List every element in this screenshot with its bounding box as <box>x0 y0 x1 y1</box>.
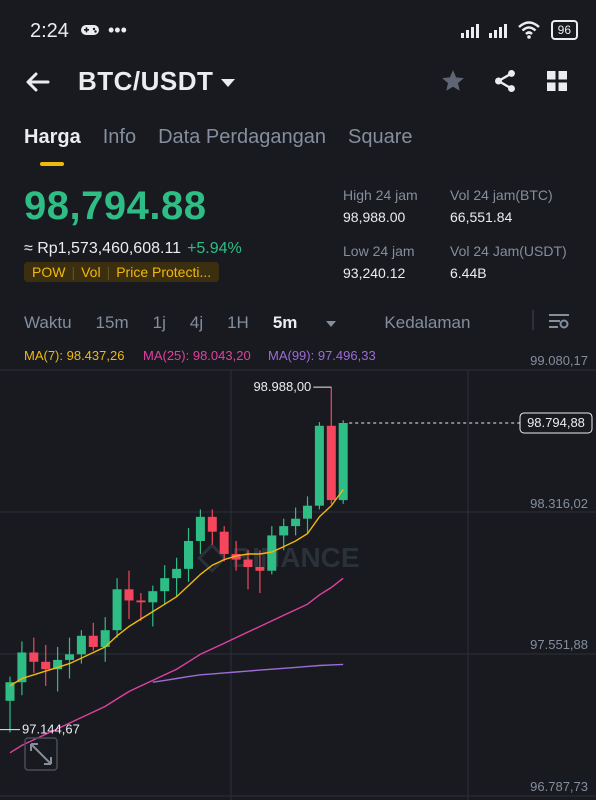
interval-selected-label: 5m <box>272 313 298 332</box>
tab-square[interactable]: Square <box>348 126 413 149</box>
grid-icon <box>547 71 567 91</box>
favorite-button[interactable] <box>440 68 466 99</box>
candle-body <box>219 531 229 555</box>
last-price: 98,794.88 <box>24 184 207 228</box>
candle-body <box>303 505 312 519</box>
tab-harga[interactable]: Harga <box>24 126 81 166</box>
battery-icon: 96 <box>550 20 578 40</box>
status-time: 2:24 <box>30 20 69 42</box>
tag-price-protection[interactable]: Price Protecti... <box>116 264 211 280</box>
signal-icon-2 <box>488 22 507 38</box>
watermark-text: BINANCE <box>232 542 360 573</box>
expand-icon <box>30 743 52 765</box>
share-button[interactable] <box>492 68 518 99</box>
tab-info[interactable]: Info <box>103 126 136 149</box>
interval-1h[interactable]: 1H <box>227 313 249 333</box>
high-marker-label: 98.988,00 <box>253 379 311 394</box>
status-icons: 96 <box>460 20 578 40</box>
candle-body <box>184 540 193 569</box>
candle-body <box>41 661 51 670</box>
candlestick-chart[interactable]: BINANCE 99.080,17 98.316,02 97.551,88 96… <box>0 340 596 800</box>
more-notifications-icon: ••• <box>108 20 127 40</box>
candle-body <box>326 425 336 501</box>
tab-data-perdagangan[interactable]: Data Perdagangan <box>158 126 326 149</box>
share-icon <box>495 69 515 93</box>
candle-body <box>112 589 122 631</box>
change-percent: +5.94% <box>187 240 242 257</box>
fullscreen-button[interactable] <box>24 737 58 771</box>
candle-body <box>291 518 301 527</box>
candle-body <box>124 589 134 601</box>
axis-label-2: 98.316,02 <box>530 496 588 511</box>
pair-label: BTC/USDT <box>78 66 214 96</box>
fiat-value: ≈ Rp1,573,460,608.11 <box>24 240 182 257</box>
low-24h-value: 93,240.12 <box>343 265 406 281</box>
high-24h-value: 98,988.00 <box>343 209 406 225</box>
candle-body <box>88 635 98 647</box>
signal-icon <box>460 22 479 38</box>
candle-body <box>148 591 158 603</box>
candle-body <box>29 652 39 662</box>
candle-body <box>314 425 324 506</box>
tag-list: POW | Vol | Price Protecti... <box>24 262 220 282</box>
candle-body <box>338 422 348 501</box>
candle-body <box>76 635 86 655</box>
caret-down-icon <box>221 79 236 88</box>
pair-selector[interactable]: BTC/USDT <box>78 66 236 97</box>
interval-4j[interactable]: 4j <box>190 313 203 333</box>
tag-pow[interactable]: POW <box>32 264 65 280</box>
candle-body <box>255 567 265 571</box>
interval-waktu[interactable]: Waktu <box>24 313 72 333</box>
low-marker-label: 97.144,67 <box>22 722 80 737</box>
vol-quote-value: 6.44B <box>450 265 487 281</box>
wifi-icon <box>517 21 540 39</box>
ma99-line <box>152 663 344 683</box>
candle-body <box>243 559 253 568</box>
current-price-label: 98.794,88 <box>527 415 585 430</box>
candle-body <box>160 578 170 592</box>
axis-label-3: 97.551,88 <box>530 637 588 652</box>
vol-base-label: Vol 24 jam(BTC) <box>450 187 553 203</box>
vol-base-value: 66,551.84 <box>450 209 513 225</box>
chart-settings-button[interactable] <box>548 312 570 335</box>
depth-tab[interactable]: Kedalaman <box>384 313 470 333</box>
high-24h-label: High 24 jam <box>343 187 418 203</box>
interval-bar: Waktu 15m 1j 4j 1H 5m Kedalaman <box>24 313 494 333</box>
fiat-value-line: ≈ Rp1,573,460,608.11 +5.94% <box>24 240 242 258</box>
candle-body <box>65 654 74 660</box>
tag-vol[interactable]: Vol <box>81 264 100 280</box>
layout-button[interactable] <box>546 70 568 97</box>
candle-body <box>195 516 205 541</box>
interval-1j[interactable]: 1j <box>153 313 166 333</box>
back-button[interactable] <box>24 68 52 101</box>
caret-down-icon <box>326 320 337 327</box>
interval-15m[interactable]: 15m <box>96 313 129 333</box>
low-24h-label: Low 24 jam <box>343 243 415 259</box>
interval-selected[interactable]: 5m <box>273 313 361 333</box>
vol-quote-label: Vol 24 Jam(USDT) <box>450 243 567 259</box>
candle-body <box>172 568 182 579</box>
axis-label-top: 99.080,17 <box>530 353 588 368</box>
star-icon <box>442 70 464 91</box>
axis-label-bottom: 96.787,73 <box>530 779 588 794</box>
tab-bar: Harga Info Data Perdagangan Square <box>24 126 413 166</box>
game-controller-icon <box>80 22 100 43</box>
settings-sliders-icon <box>549 314 569 329</box>
arrow-left-icon <box>26 72 50 92</box>
candle-body <box>5 682 15 701</box>
candle-body <box>207 516 217 532</box>
candle-body <box>279 526 289 536</box>
divider <box>532 310 534 330</box>
candle-body <box>136 600 146 603</box>
